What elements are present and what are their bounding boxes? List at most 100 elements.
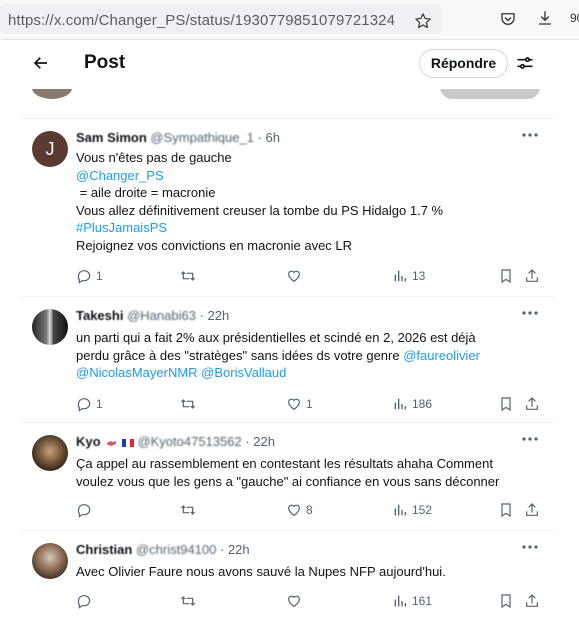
like-action[interactable]: 1	[286, 394, 313, 414]
mention-link[interactable]: @BorisVallaud	[201, 365, 286, 380]
more-icon[interactable]	[520, 307, 540, 319]
views-action[interactable]: 152	[392, 500, 432, 520]
avatar[interactable]	[32, 543, 68, 579]
reply-count: 1	[96, 397, 103, 411]
url-text[interactable]: https://x.com/Changer_PS/status/19307798…	[8, 12, 395, 29]
share-action[interactable]	[524, 591, 540, 611]
bookmark-action[interactable]	[498, 591, 514, 611]
zoom-level[interactable]: 90	[570, 11, 579, 25]
tweet-time[interactable]: 22h	[208, 308, 230, 323]
tweet-actions: 1 1 186	[76, 394, 546, 414]
tweet-author-row: Takeshi @Hanabi63 · 22h	[76, 308, 230, 323]
reply-action[interactable]: 1	[76, 266, 103, 286]
text-line: Rejoignez vos convictions en macronie av…	[76, 237, 353, 253]
reply-button[interactable]: Répondre	[419, 49, 508, 78]
views-icon	[394, 504, 406, 516]
sliders-icon[interactable]	[515, 53, 535, 73]
views-action[interactable]: 13	[392, 266, 425, 286]
author-name[interactable]: Takeshi	[76, 308, 123, 323]
hand-emoji-icon	[106, 440, 117, 446]
repost-icon	[180, 505, 196, 515]
author-name[interactable]: Sam Simon	[76, 130, 147, 145]
views-action[interactable]: 186	[392, 394, 432, 414]
reply-icon	[77, 504, 91, 518]
author-handle[interactable]: @Sympathique_1	[150, 130, 254, 145]
like-action[interactable]	[286, 266, 302, 286]
tweet-actions: 1 13	[76, 266, 546, 286]
more-icon[interactable]	[520, 541, 540, 553]
heart-icon	[288, 504, 300, 517]
download-icon[interactable]	[536, 9, 554, 27]
tweet-text: Ça appel au rassemblement en contestant …	[76, 455, 540, 490]
hashtag-link[interactable]: #PlusJamaisPS	[76, 219, 540, 237]
reply-action[interactable]	[76, 500, 92, 520]
pocket-icon[interactable]	[499, 10, 517, 28]
bookmark-star-icon[interactable]	[414, 12, 432, 30]
mention-link[interactable]: @Changer_PS	[76, 167, 540, 185]
author-handle[interactable]: @christ94100	[136, 542, 216, 557]
bookmark-icon	[501, 594, 511, 609]
share-action[interactable]	[524, 394, 540, 414]
repost-icon	[180, 271, 196, 281]
avatar[interactable]: J	[32, 131, 68, 167]
repost-action[interactable]	[180, 500, 196, 520]
bookmark-action[interactable]	[498, 500, 514, 520]
more-icon[interactable]	[520, 433, 540, 445]
tweet-text: Vous n'êtes pas de gauche @Changer_PS = …	[76, 149, 540, 254]
like-count: 1	[306, 397, 313, 411]
share-action[interactable]	[524, 500, 540, 520]
reply-action[interactable]: 1	[76, 394, 103, 414]
tweet[interactable]: Takeshi @Hanabi63 · 22h un parti qui a f…	[20, 296, 554, 422]
text-line: un parti qui a fait 2% aux présidentiell…	[76, 330, 476, 345]
avatar[interactable]	[32, 435, 68, 471]
repost-action[interactable]	[180, 394, 196, 414]
mention-link[interactable]: @NicolasMayerNMR	[76, 365, 198, 380]
author-name[interactable]: Christian	[76, 542, 132, 557]
views-count: 152	[412, 503, 433, 517]
text-line: perdu grâce à des "stratèges" sans idées…	[76, 347, 404, 363]
views-count: 186	[412, 397, 433, 411]
author-name[interactable]: Kyo	[76, 434, 101, 449]
avatar[interactable]	[32, 309, 68, 345]
bookmark-action[interactable]	[498, 266, 514, 286]
share-icon	[526, 269, 538, 282]
repost-action[interactable]	[180, 591, 196, 611]
like-action[interactable]	[286, 591, 302, 611]
previous-tweet-remnant	[20, 89, 554, 103]
repost-icon	[180, 399, 196, 409]
mention-link[interactable]: @faureolivier	[403, 348, 480, 363]
tweet[interactable]: Christian @christ94100 · 22h Avec Olivie…	[20, 530, 554, 619]
share-icon	[526, 594, 538, 607]
views-action[interactable]: 161	[392, 591, 432, 611]
views-count: 13	[412, 269, 426, 283]
author-handle[interactable]: @Hanabi63	[127, 308, 196, 323]
avatar	[32, 89, 72, 99]
reply-icon	[77, 595, 91, 609]
views-icon	[394, 398, 406, 410]
text-line: Vous allez définitivement creuser la tom…	[76, 202, 444, 218]
more-icon[interactable]	[520, 129, 540, 141]
heart-icon	[288, 270, 300, 283]
bookmark-action[interactable]	[498, 394, 514, 414]
tweet-actions: 8 152	[76, 500, 546, 520]
like-action[interactable]: 8	[286, 500, 313, 520]
author-handle[interactable]: @Kyoto47513562	[137, 434, 241, 449]
bookmark-icon	[501, 503, 511, 518]
tweet[interactable]: J Sam Simon @Sympathique_1 · 6h Vous n'ê…	[20, 118, 554, 296]
address-bar[interactable]: https://x.com/Changer_PS/status/19307798…	[0, 4, 441, 34]
reply-icon	[77, 270, 91, 284]
tweet-time[interactable]: 22h	[253, 434, 275, 449]
reply-icon	[77, 398, 91, 412]
share-action[interactable]	[524, 266, 540, 286]
share-icon	[526, 397, 538, 410]
text-line: Vous n'êtes pas de gauche	[76, 150, 232, 165]
post-header: Post Répondre	[20, 40, 554, 89]
back-arrow-icon[interactable]	[32, 54, 50, 72]
repost-action[interactable]	[180, 266, 196, 286]
tweet[interactable]: Kyo @Kyoto47513562 · 22h Ça appel au ras…	[20, 422, 554, 530]
reply-action[interactable]	[76, 591, 92, 611]
text-line: = aile droite = macronie	[76, 185, 216, 200]
pill-button[interactable]	[440, 89, 540, 99]
tweet-time[interactable]: 22h	[228, 542, 250, 557]
tweet-time[interactable]: 6h	[266, 130, 280, 145]
